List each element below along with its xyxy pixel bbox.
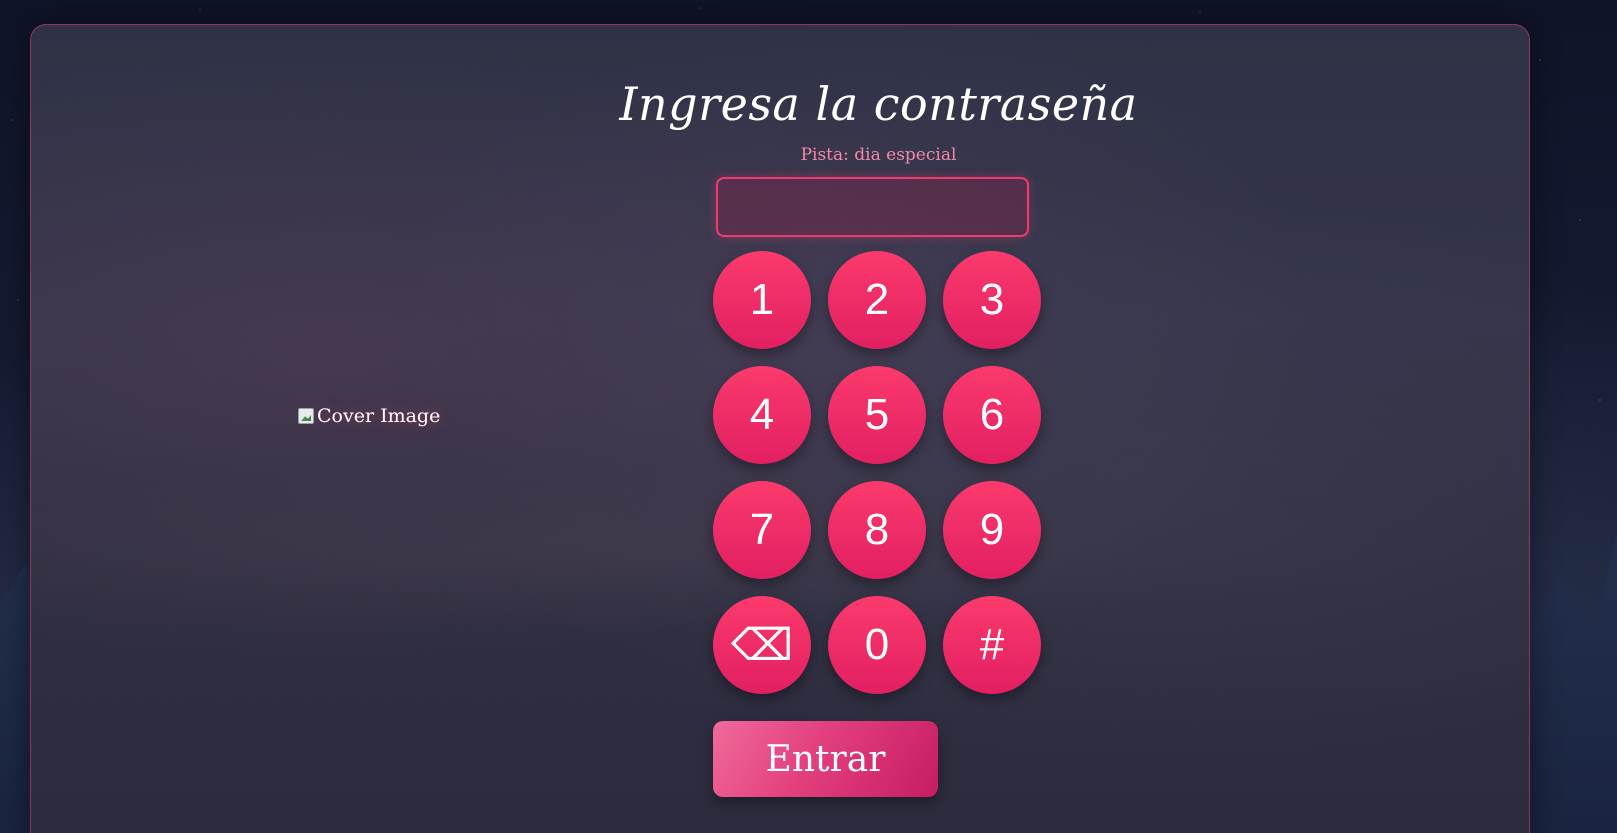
page-title: Ingresa la contraseña bbox=[619, 77, 1138, 131]
key-0[interactable]: 0 bbox=[828, 596, 926, 694]
password-input[interactable] bbox=[716, 177, 1029, 237]
enter-button[interactable]: Entrar bbox=[713, 721, 938, 797]
key-hash[interactable]: # bbox=[943, 596, 1041, 694]
key-8[interactable]: 8 bbox=[828, 481, 926, 579]
key-9[interactable]: 9 bbox=[943, 481, 1041, 579]
key-4[interactable]: 4 bbox=[713, 366, 811, 464]
backspace-icon: ⌫ bbox=[730, 620, 794, 670]
broken-image-icon bbox=[298, 408, 314, 424]
key-2[interactable]: 2 bbox=[828, 251, 926, 349]
password-hint: Pista: dia especial bbox=[800, 145, 957, 165]
key-1[interactable]: 1 bbox=[713, 251, 811, 349]
numeric-keypad: 1 2 3 4 5 6 7 8 9 ⌫ 0 # bbox=[713, 251, 1041, 694]
key-5[interactable]: 5 bbox=[828, 366, 926, 464]
login-card: Cover Image Ingresa la contraseña Pista:… bbox=[30, 24, 1530, 833]
key-6[interactable]: 6 bbox=[943, 366, 1041, 464]
cover-image: Cover Image bbox=[298, 405, 440, 427]
key-7[interactable]: 7 bbox=[713, 481, 811, 579]
key-3[interactable]: 3 bbox=[943, 251, 1041, 349]
backspace-key[interactable]: ⌫ bbox=[713, 596, 811, 694]
cover-image-alt-text: Cover Image bbox=[317, 405, 441, 427]
